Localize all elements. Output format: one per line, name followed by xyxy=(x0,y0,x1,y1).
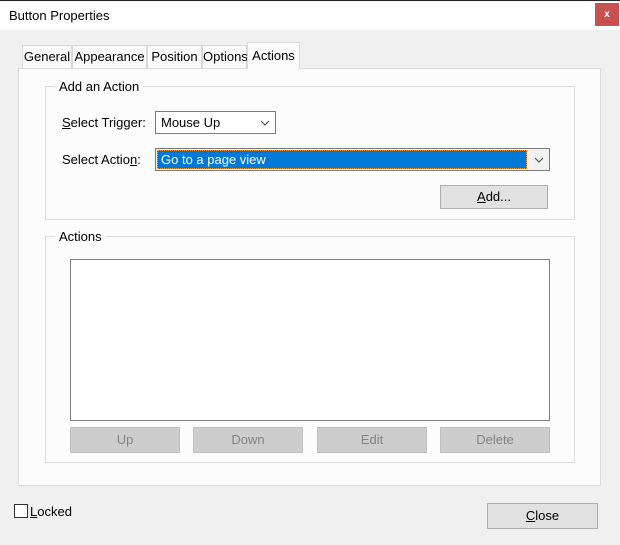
tab-position[interactable]: Position xyxy=(147,45,202,69)
down-button[interactable]: Down xyxy=(193,427,303,453)
edit-button[interactable]: Edit xyxy=(317,427,427,453)
select-trigger-value: Mouse Up xyxy=(161,115,221,130)
select-trigger-label: Select Trigger: xyxy=(62,115,146,130)
close-button[interactable]: Close xyxy=(487,503,598,529)
up-button[interactable]: Up xyxy=(70,427,180,453)
close-window-button[interactable]: x xyxy=(595,3,619,26)
actions-list[interactable] xyxy=(70,259,550,421)
tab-actions[interactable]: Actions xyxy=(247,42,300,69)
chevron-down-icon[interactable] xyxy=(528,149,549,170)
delete-button[interactable]: Delete xyxy=(440,427,550,453)
titlebar: Button Properties x xyxy=(0,2,620,30)
button-properties-dialog: Button Properties x General Appearance P… xyxy=(0,0,620,545)
window-title: Button Properties xyxy=(9,8,110,23)
select-action-value: Go to a page view xyxy=(157,150,527,169)
add-an-action-legend: Add an Action xyxy=(55,79,144,94)
tab-options[interactable]: Options xyxy=(202,45,248,69)
actions-legend: Actions xyxy=(55,229,106,244)
select-trigger-dropdown[interactable]: Mouse Up xyxy=(155,111,276,134)
locked-checkbox[interactable] xyxy=(14,504,28,518)
tab-appearance[interactable]: Appearance xyxy=(72,45,147,69)
select-action-dropdown[interactable]: Go to a page view xyxy=(155,148,550,171)
tab-general[interactable]: General xyxy=(22,45,72,69)
select-action-label: Select Action: xyxy=(62,152,141,167)
chevron-down-icon[interactable] xyxy=(254,112,275,133)
locked-label: Locked xyxy=(30,504,72,519)
close-icon: x xyxy=(604,9,610,20)
add-button[interactable]: Add... xyxy=(440,185,548,209)
